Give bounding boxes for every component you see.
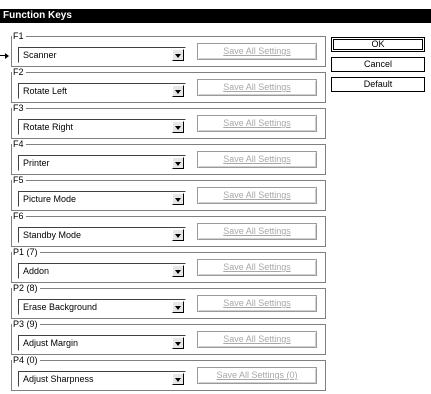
selected-value: Adjust Sharpness	[23, 374, 94, 384]
group-f4: F4 Printer Save All Settings	[11, 139, 326, 175]
save-all-settings-button[interactable]: Save All Settings	[197, 43, 317, 60]
dialog-title: Function Keys	[0, 9, 431, 23]
selected-value: Rotate Left	[23, 86, 68, 96]
chevron-down-icon[interactable]	[172, 265, 184, 277]
selected-value: Picture Mode	[23, 194, 77, 204]
chevron-down-icon[interactable]	[172, 301, 184, 313]
selected-value: Erase Background	[23, 302, 98, 312]
function-select-f1[interactable]: Scanner	[18, 47, 186, 63]
group-p4: P4 (0) Adjust Sharpness Save All Setting…	[11, 355, 326, 391]
save-all-settings-button[interactable]: Save All Settings (0)	[197, 367, 317, 384]
selected-value: Printer	[23, 158, 50, 168]
selected-value: Scanner	[23, 50, 57, 60]
group-label: F3	[12, 103, 26, 113]
selected-value: Addon	[23, 266, 50, 276]
group-p3: P3 (9) Adjust Margin Save All Settings	[11, 319, 326, 355]
chevron-down-icon[interactable]	[172, 85, 184, 97]
function-select-f6[interactable]: Standby Mode	[18, 227, 186, 243]
function-select-p2[interactable]: Erase Background	[18, 299, 186, 315]
group-label: F4	[12, 139, 26, 149]
function-select-f2[interactable]: Rotate Left	[18, 83, 186, 99]
chevron-down-icon[interactable]	[172, 229, 184, 241]
save-all-settings-button[interactable]: Save All Settings	[197, 187, 317, 204]
chevron-down-icon[interactable]	[172, 121, 184, 133]
save-all-settings-button[interactable]: Save All Settings	[197, 295, 317, 312]
save-all-settings-button[interactable]: Save All Settings	[197, 223, 317, 240]
group-p2: P2 (8) Erase Background Save All Setting…	[11, 283, 326, 319]
function-select-f5[interactable]: Picture Mode	[18, 191, 186, 207]
group-f5: F5 Picture Mode Save All Settings	[11, 175, 326, 211]
function-select-p4[interactable]: Adjust Sharpness	[18, 371, 186, 387]
chevron-down-icon[interactable]	[172, 373, 184, 385]
function-select-p1[interactable]: Addon	[18, 263, 186, 279]
cancel-button[interactable]: Cancel	[331, 57, 425, 72]
group-label: P2 (8)	[12, 283, 40, 293]
group-label: F2	[12, 67, 26, 77]
save-all-settings-button[interactable]: Save All Settings	[197, 151, 317, 168]
group-label: P4 (0)	[12, 355, 40, 365]
function-select-p3[interactable]: Adjust Margin	[18, 335, 186, 351]
selected-value: Adjust Margin	[23, 338, 79, 348]
chevron-down-icon[interactable]	[172, 49, 184, 61]
group-f1: F1 Scanner Save All Settings	[11, 31, 326, 67]
group-label: F1	[12, 31, 26, 41]
save-all-settings-button[interactable]: Save All Settings	[197, 115, 317, 132]
save-all-settings-button[interactable]: Save All Settings	[197, 331, 317, 348]
ok-button[interactable]: OK	[331, 37, 425, 52]
selected-value: Rotate Right	[23, 122, 74, 132]
group-label: P1 (7)	[12, 247, 40, 257]
group-f3: F3 Rotate Right Save All Settings	[11, 103, 326, 139]
function-keys-dialog: Function Keys F1 Scanner Save All Settin…	[0, 0, 431, 394]
chevron-down-icon[interactable]	[172, 193, 184, 205]
group-label: F5	[12, 175, 26, 185]
group-p1: P1 (7) Addon Save All Settings	[11, 247, 326, 283]
chevron-down-icon[interactable]	[172, 157, 184, 169]
save-all-settings-button[interactable]: Save All Settings	[197, 79, 317, 96]
arrow-right-icon	[5, 53, 9, 59]
group-f6: F6 Standby Mode Save All Settings	[11, 211, 326, 247]
function-select-f3[interactable]: Rotate Right	[18, 119, 186, 135]
chevron-down-icon[interactable]	[172, 337, 184, 349]
default-button[interactable]: Default	[331, 77, 425, 92]
group-label: P3 (9)	[12, 319, 40, 329]
save-all-settings-button[interactable]: Save All Settings	[197, 259, 317, 276]
selected-value: Standby Mode	[23, 230, 82, 240]
function-select-f4[interactable]: Printer	[18, 155, 186, 171]
group-label: F6	[12, 211, 26, 221]
group-f2: F2 Rotate Left Save All Settings	[11, 67, 326, 103]
